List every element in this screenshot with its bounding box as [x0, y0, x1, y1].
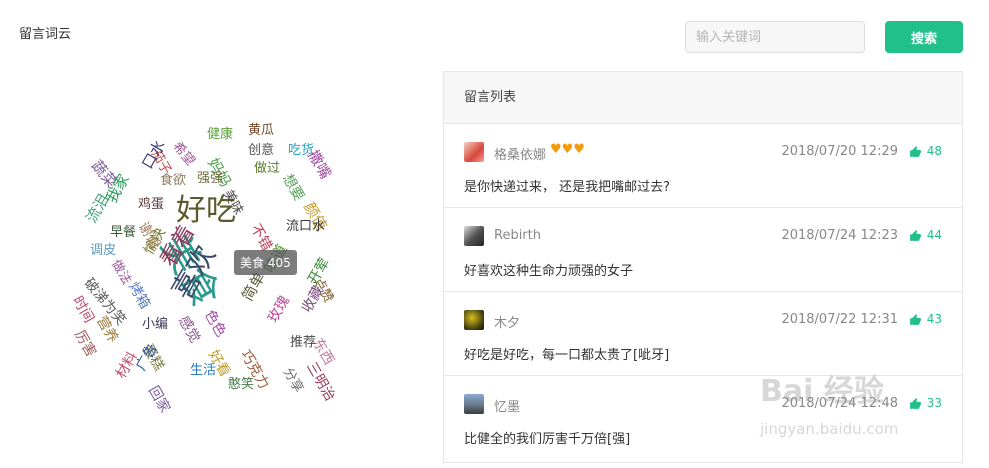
word-cloud-word[interactable]: 小编 [142, 318, 168, 331]
word-cloud: 好吃 美食 喜欢 看着 健康 黄瓜 希望 创意 吃货 妈妈 茄子 做过 撒嘴 蔬菜 口水 食欲 强强 想要 颜值 美味… [0, 100, 420, 440]
word-cloud-word[interactable]: 撒嘴 [304, 147, 335, 182]
like-count: 43 [926, 312, 942, 326]
word-cloud-word[interactable]: 创意 [248, 144, 274, 157]
comment-username[interactable]: Rebirth [494, 228, 541, 243]
word-cloud-word[interactable]: 流口水 [286, 220, 325, 233]
thumbs-up-icon [909, 397, 921, 409]
user-avatar[interactable] [464, 142, 484, 162]
comment-username[interactable]: 木夕 [494, 312, 520, 331]
comment-list-title: 留言列表 [444, 72, 962, 124]
word-cloud-word[interactable]: 材料 [113, 349, 141, 381]
word-cloud-word[interactable]: 分享 [280, 366, 306, 396]
comment-item: 忆墨 2018/07/24 12:48 33 比健全的我们厉害千万倍[强] [444, 376, 962, 460]
user-avatar[interactable] [464, 394, 484, 414]
like-count: 33 [926, 396, 942, 410]
like-count: 48 [926, 144, 942, 158]
word-cloud-word[interactable]: 感觉 [175, 314, 203, 346]
word-cloud-tooltip: 美食 405 [234, 250, 297, 275]
word-cloud-word[interactable]: 早餐 [110, 226, 136, 239]
comment-username[interactable]: 格桑依娜 [494, 144, 546, 163]
word-cloud-word[interactable]: 调皮 [90, 244, 116, 257]
word-cloud-word[interactable]: 鸡蛋 [138, 198, 164, 211]
word-cloud-word[interactable]: 想要 [279, 172, 307, 204]
like-button[interactable]: 44 [909, 228, 942, 242]
word-cloud-word[interactable]: 玫瑰 [265, 293, 293, 325]
like-button[interactable]: 48 [909, 144, 942, 158]
comment-date: 2018/07/24 12:23 [781, 228, 898, 243]
comment-item: 格桑依娜 ♥♥♥ 2018/07/20 12:29 48 是你快递过来， 还是我… [444, 124, 962, 208]
word-cloud-word[interactable]: 三明治 [303, 360, 338, 404]
thumbs-up-icon [909, 313, 921, 325]
word-cloud-word[interactable]: 厉害 [71, 328, 99, 360]
word-cloud-word[interactable]: 做过 [254, 162, 280, 175]
word-cloud-word[interactable]: 生活 [190, 364, 216, 377]
word-cloud-word[interactable]: 黄瓜 [248, 124, 274, 137]
search-input[interactable] [685, 21, 865, 53]
comment-item: Rebirth 2018/07/24 12:23 44 好喜欢这种生命力顽强的女… [444, 208, 962, 292]
thumbs-up-icon [909, 229, 921, 241]
comment-date: 2018/07/20 12:29 [781, 144, 898, 159]
comment-text: 比健全的我们厉害千万倍[强] [464, 432, 631, 447]
user-avatar[interactable] [464, 310, 484, 330]
word-cloud-word[interactable]: 开荤 [305, 255, 333, 287]
word-cloud-word[interactable]: 食欲 [160, 174, 186, 187]
like-button[interactable]: 43 [909, 312, 942, 326]
heart-icons: ♥♥♥ [550, 142, 585, 157]
page-title: 留言词云 [19, 27, 72, 42]
word-cloud-word[interactable]: 流泪 [82, 191, 113, 226]
comment-item: 木夕 2018/07/22 12:31 43 好吃是好吃，每一口都太贵了[呲牙] [444, 292, 962, 376]
like-button[interactable]: 33 [909, 396, 942, 410]
search-button[interactable]: 搜索 [885, 21, 963, 53]
word-cloud-word[interactable]: 健康 [207, 128, 233, 141]
comment-date: 2018/07/24 12:48 [781, 396, 898, 411]
word-cloud-word[interactable]: 希望 [169, 139, 197, 169]
comment-date: 2018/07/22 12:31 [781, 312, 898, 327]
word-cloud-word[interactable]: 回家 [145, 384, 173, 416]
word-cloud-word[interactable]: 憨笑 [228, 378, 254, 391]
comment-text: 是你快递过来， 还是我把嘴邮过去? [464, 180, 671, 195]
word-cloud-word[interactable]: 色色 [201, 308, 229, 340]
word-cloud-word[interactable]: 做法 [108, 258, 134, 288]
word-cloud-word[interactable]: 简单 [238, 269, 269, 304]
user-avatar[interactable] [464, 226, 484, 246]
word-cloud-word[interactable]: 强强 [197, 172, 223, 185]
word-cloud-word[interactable]: 收藏 [299, 283, 327, 315]
word-cloud-word[interactable]: 推荐 [290, 336, 316, 349]
comment-list-panel: 留言列表 格桑依娜 ♥♥♥ 2018/07/20 12:29 48 是你快递过来… [443, 71, 963, 463]
comment-text: 好吃是好吃，每一口都太贵了[呲牙] [464, 348, 670, 363]
comment-text: 好喜欢这种生命力顽强的女子 [464, 264, 634, 279]
like-count: 44 [926, 228, 942, 242]
comment-username[interactable]: 忆墨 [494, 396, 520, 415]
thumbs-up-icon [909, 145, 921, 157]
word-cloud-word[interactable]: 烤箱 [125, 280, 153, 312]
